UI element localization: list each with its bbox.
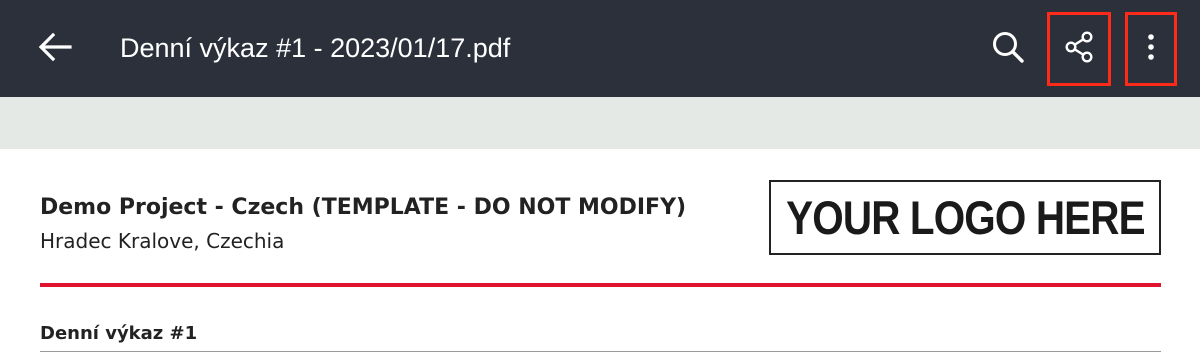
logo-placeholder: YOUR LOGO HERE	[769, 180, 1161, 255]
search-icon	[991, 30, 1025, 68]
project-location: Hradec Kralove, Czechia	[40, 229, 285, 253]
document-title: Denní výkaz #1 - 2023/01/17.pdf	[120, 33, 511, 63]
project-name: Demo Project - Czech (TEMPLATE - DO NOT …	[40, 195, 687, 220]
page-gap-band	[0, 97, 1200, 149]
search-button[interactable]	[983, 24, 1033, 74]
more-options-button[interactable]	[1125, 12, 1177, 86]
share-icon	[1062, 30, 1096, 68]
report-title: Denní výkaz #1	[40, 323, 198, 344]
logo-text: YOUR LOGO HERE	[785, 191, 1145, 244]
more-vertical-icon	[1146, 32, 1156, 66]
header-divider	[40, 283, 1161, 287]
share-button[interactable]	[1047, 12, 1111, 86]
arrow-left-icon	[38, 32, 72, 66]
back-button[interactable]	[30, 24, 80, 74]
pdf-page[interactable]: Demo Project - Czech (TEMPLATE - DO NOT …	[0, 149, 1200, 353]
app-toolbar: Denní výkaz #1 - 2023/01/17.pdf	[0, 0, 1200, 97]
section-divider	[40, 351, 1161, 352]
